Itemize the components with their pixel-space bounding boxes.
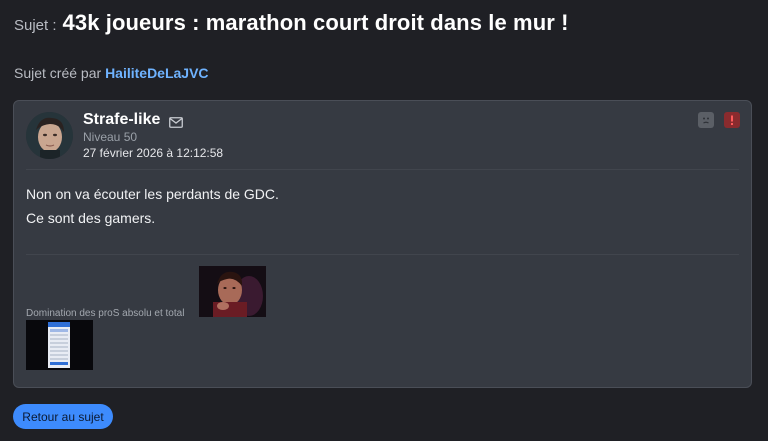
- creator-prefix: Sujet créé par: [14, 65, 102, 81]
- avatar[interactable]: [26, 112, 73, 159]
- signature-divider: [26, 254, 739, 255]
- signature-text: Domination des proS absolu et total: [26, 308, 185, 319]
- creator-line: Sujet créé par HailiteDeLaJVC: [14, 65, 209, 81]
- mail-icon[interactable]: [169, 115, 184, 128]
- page: Sujet : 43k joueurs : marathon court dro…: [0, 0, 768, 441]
- alert-icon[interactable]: [724, 112, 740, 128]
- author-level: Niveau 50: [83, 130, 138, 144]
- message-line: Non on va écouter les perdants de GDC.: [26, 186, 279, 202]
- back-to-topic-button[interactable]: Retour au sujet: [13, 404, 113, 429]
- message-line: Ce sont des gamers.: [26, 210, 156, 226]
- author-name[interactable]: Strafe-like: [83, 111, 160, 129]
- topic-title: 43k joueurs : marathon court droit dans …: [62, 10, 569, 35]
- sad-face-icon[interactable]: [698, 112, 714, 128]
- signature-image-portrait[interactable]: [199, 266, 266, 317]
- signature-image-screenshot[interactable]: [26, 320, 93, 370]
- author-row: Strafe-like: [83, 111, 223, 129]
- post-actions: [698, 112, 740, 128]
- post-message: Non on va écouter les perdants de GDC. C…: [26, 182, 279, 230]
- post-date[interactable]: 27 février 2026 à 12:12:58: [83, 146, 223, 160]
- post-card: Strafe-like Niveau 50 27 février 2026 à …: [13, 100, 752, 388]
- creator-name-link[interactable]: HailiteDeLaJVC: [105, 65, 208, 81]
- author-block: Strafe-like Niveau 50 27 février 2026 à …: [83, 111, 223, 160]
- header-divider: [26, 169, 739, 170]
- topic-prefix: Sujet :: [14, 17, 57, 34]
- topic-header: Sujet : 43k joueurs : marathon court dro…: [14, 10, 569, 36]
